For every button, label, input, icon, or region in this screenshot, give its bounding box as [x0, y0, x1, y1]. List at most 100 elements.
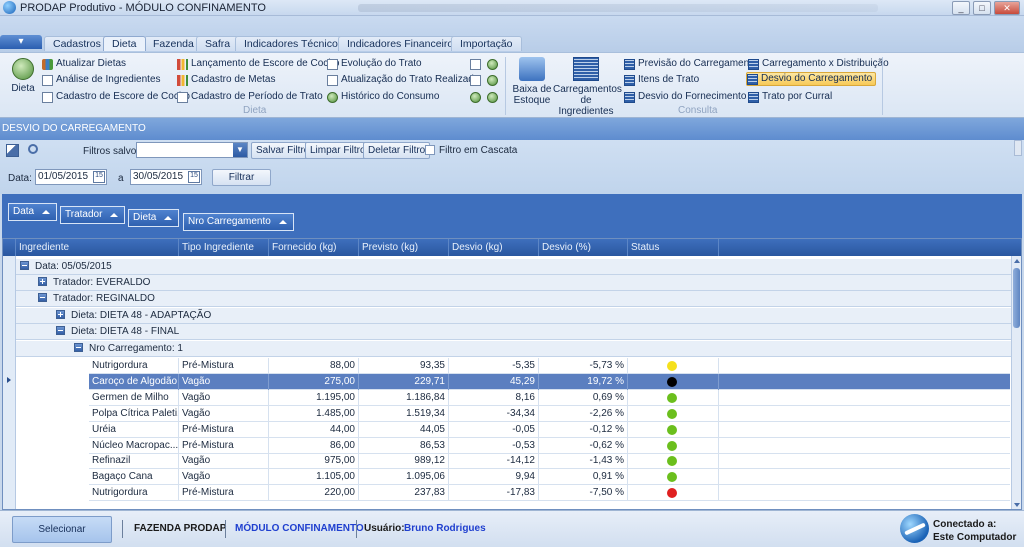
- expand-icon[interactable]: [38, 276, 47, 286]
- table-row[interactable]: Nutrigordura Pré-Mistura 220,00 237,83 -17,8…: [89, 485, 1010, 502]
- eraser-icon[interactable]: [6, 144, 19, 157]
- column-header-desvio-pct[interactable]: Desvio (%): [539, 239, 628, 256]
- tab-fazenda[interactable]: Fazenda: [144, 36, 203, 51]
- group-row-tratador-everaldo[interactable]: Tratador: EVERALDO: [16, 275, 1013, 291]
- globe-icon[interactable]: [487, 92, 498, 103]
- group-chip-data[interactable]: Data: [8, 203, 58, 221]
- delete-filter-button[interactable]: Deletar Filtro: [363, 142, 431, 159]
- magnifier-icon[interactable]: [28, 144, 38, 154]
- column-header-fornecido[interactable]: Fornecido (kg): [269, 239, 359, 256]
- ribbon-group-consulta: Consulta: [678, 105, 718, 116]
- cascade-filter-checkbox[interactable]: [425, 145, 435, 155]
- maximize-button[interactable]: □: [973, 1, 991, 15]
- cadastro-periodo-trato-button[interactable]: Cadastro de Período de Trato: [177, 90, 323, 104]
- collapse-icon[interactable]: [56, 325, 65, 335]
- chevron-down-icon[interactable]: ▼: [233, 143, 247, 157]
- previsao-carregamento-button[interactable]: Previsão do Carregamento: [624, 57, 758, 71]
- title-bar: PRODAP Produtivo - MÓDULO CONFINAMENTO _…: [0, 0, 1024, 16]
- table-row[interactable]: Uréia Pré-Mistura 44,00 44,05 -0,05 -0,12 %: [89, 421, 1010, 438]
- cell-ingrediente: Bagaço Cana: [89, 469, 179, 486]
- table-row[interactable]: Núcleo Macropac... Pré-Mistura 86,00 86,53-…: [89, 437, 1010, 454]
- carregamentos-ingredientes-button[interactable]: Carregamentos de Ingredientes: [553, 57, 622, 117]
- lancamento-escore-button[interactable]: Lançamento de Escore de Cocho: [177, 57, 339, 71]
- tab-dieta[interactable]: Dieta: [103, 36, 146, 51]
- table-row[interactable]: Caroço de Algodão Vagão 275,00 229,71 45,29 1…: [89, 373, 1010, 390]
- carregamento-distribuicao-label: Carregamento x Distribuição: [762, 58, 889, 69]
- tab-indicadores-tecnicos[interactable]: Indicadores Técnicos: [235, 36, 353, 51]
- tab-cadastros[interactable]: Cadastros: [44, 36, 110, 51]
- group-row-tratador-reginaldo[interactable]: Tratador: REGINALDO: [16, 291, 1013, 307]
- vertical-scrollbar[interactable]: [1011, 256, 1021, 509]
- baixa-estoque-button[interactable]: Baixa de Estoque: [510, 57, 554, 106]
- minimize-button[interactable]: _: [952, 1, 970, 15]
- collapse-icon[interactable]: [20, 260, 29, 270]
- cadastro-escore-cocho-button[interactable]: Cadastro de Escore de Cocho: [42, 90, 190, 104]
- atualizar-dietas-button[interactable]: Atualizar Dietas: [42, 57, 126, 71]
- desvio-carregamento-button[interactable]: Desvio do Carregamento: [746, 72, 877, 86]
- cell-tipo-ingrediente: Vagão: [179, 405, 269, 422]
- grid-icon: [624, 74, 635, 86]
- trato-curral-button[interactable]: Trato por Curral: [748, 90, 832, 104]
- globe-icon[interactable]: [487, 59, 498, 70]
- column-header-tipo-ingrediente[interactable]: Tipo Ingrediente: [179, 239, 269, 256]
- historico-consumo-label: Histórico do Consumo: [341, 91, 440, 102]
- tab-importacao[interactable]: Importação: [451, 36, 522, 51]
- group-row-data[interactable]: Data: 05/05/2015: [16, 259, 1013, 275]
- filter-button[interactable]: Filtrar: [212, 169, 271, 186]
- group-row-dieta-final[interactable]: Dieta: DIETA 48 - FINAL: [16, 324, 1013, 340]
- collapse-icon[interactable]: [38, 292, 47, 302]
- column-header-desvio-kg[interactable]: Desvio (kg): [449, 239, 539, 256]
- historico-consumo-button[interactable]: Histórico do Consumo: [327, 90, 439, 104]
- table-row[interactable]: Nutrigordura Pré-Mistura 88,00 93,35 -5,35 -5…: [89, 358, 1010, 374]
- group-chip-nro-carregamento[interactable]: Nro Carregamento: [183, 213, 294, 231]
- app-menu-button[interactable]: ▾: [0, 35, 42, 49]
- grid-header: Ingrediente Tipo Ingrediente Fornecido (…: [3, 239, 1021, 256]
- dieta-big-button[interactable]: Dieta: [8, 58, 38, 94]
- tab-indicadores-financeiros[interactable]: Indicadores Financeiros: [338, 36, 468, 51]
- carregamento-distribuicao-button[interactable]: Carregamento x Distribuição: [748, 57, 889, 71]
- grid-icon: [573, 57, 599, 81]
- itens-trato-button[interactable]: Itens de Trato: [624, 73, 699, 87]
- table-row[interactable]: Polpa Cítrica Paleti... Vagão 1.485,00 1.51…: [89, 405, 1010, 422]
- date-from-field[interactable]: 01/05/2015 15: [35, 169, 107, 185]
- scroll-down-icon[interactable]: [1014, 503, 1020, 507]
- select-location-button[interactable]: Selecionar Localidade: [12, 516, 112, 543]
- cell-desvio-pct: -1,43 %: [539, 453, 628, 470]
- calendar-icon[interactable]: 15: [93, 171, 105, 183]
- scrollbar-thumb[interactable]: [1013, 268, 1020, 328]
- column-header-previsto[interactable]: Previsto (kg): [359, 239, 449, 256]
- side-handle[interactable]: [1014, 140, 1022, 156]
- globe-icon[interactable]: [470, 92, 481, 103]
- group-label-data: Data: 05/05/2015: [35, 261, 112, 272]
- blurred-title-area: [357, 3, 878, 12]
- document-icon[interactable]: [470, 59, 481, 70]
- desvio-fornecimento-button[interactable]: Desvio do Fornecimento: [624, 90, 746, 104]
- evolucao-trato-button[interactable]: Evolução do Trato: [327, 57, 422, 71]
- table-row[interactable]: Bagaço Cana Vagão 1.105,00 1.095,06 9,94 0,91…: [89, 469, 1010, 486]
- date-to-field[interactable]: 30/05/2015 15: [130, 169, 202, 185]
- collapse-icon[interactable]: [74, 342, 83, 352]
- analise-ingredientes-button[interactable]: Análise de Ingredientes: [42, 73, 161, 87]
- group-row-dieta-adaptacao[interactable]: Dieta: DIETA 48 - ADAPTAÇÃO: [16, 308, 1013, 324]
- column-header-ingrediente[interactable]: Ingrediente: [16, 239, 179, 256]
- column-header-status[interactable]: Status: [628, 239, 719, 256]
- table-row[interactable]: Germen de Milho Vagão 1.195,00 1.186,84 8,16…: [89, 389, 1010, 406]
- cell-desvio-pct: 0,69 %: [539, 389, 628, 406]
- table-row[interactable]: Refinazil Vagão 975,00 989,12 -14,12 -1,43 %: [89, 453, 1010, 470]
- tab-safra[interactable]: Safra: [196, 36, 240, 51]
- document-icon[interactable]: [470, 75, 481, 86]
- ribbon-group-dieta: Dieta: [243, 105, 267, 116]
- expand-icon[interactable]: [56, 309, 65, 319]
- close-button[interactable]: ✕: [994, 1, 1020, 15]
- calendar-icon[interactable]: 15: [188, 171, 200, 183]
- group-chip-tratador[interactable]: Tratador: [60, 206, 126, 224]
- scroll-up-icon[interactable]: [1014, 259, 1020, 263]
- atualizacao-trato-button[interactable]: Atualização do Trato Realizado: [327, 73, 479, 87]
- clear-filter-button[interactable]: Limpar Filtro: [305, 142, 371, 159]
- globe-icon[interactable]: [487, 75, 498, 86]
- group-chip-dieta[interactable]: Dieta: [128, 209, 180, 227]
- cadastro-metas-label: Cadastro de Metas: [191, 74, 276, 85]
- cadastro-metas-button[interactable]: Cadastro de Metas: [177, 73, 276, 87]
- saved-filters-dropdown[interactable]: ▼: [136, 142, 248, 158]
- group-row-nro-carregamento[interactable]: Nro Carregamento: 1: [16, 341, 1013, 357]
